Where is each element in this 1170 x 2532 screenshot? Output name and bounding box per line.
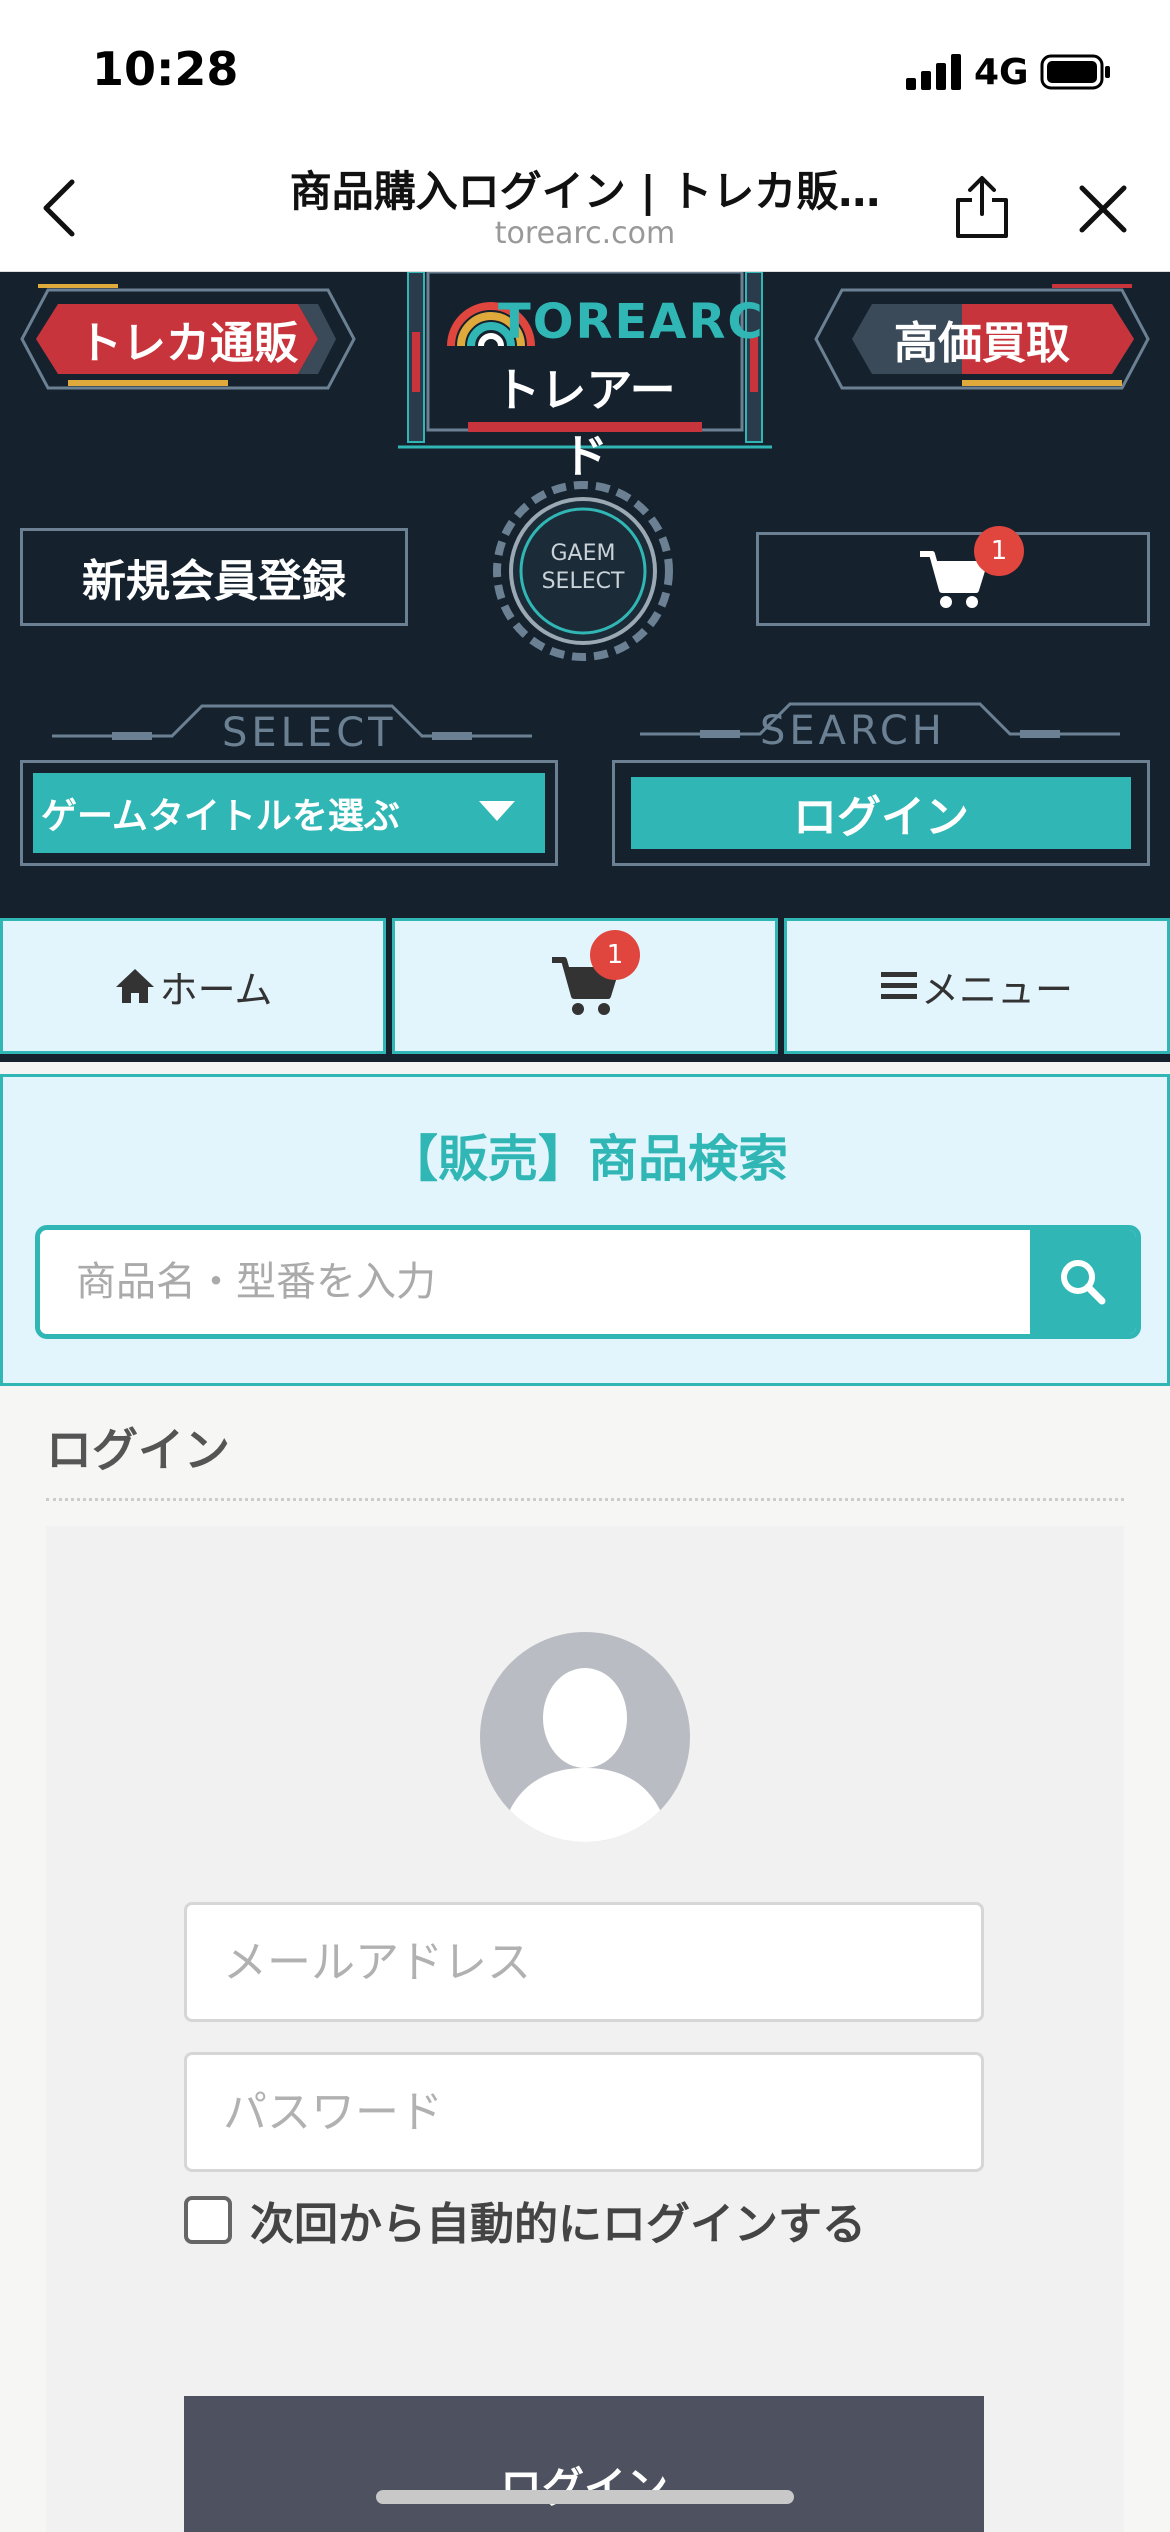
badge-right-label: 高価買取 [894, 318, 1070, 369]
password-field[interactable] [184, 2052, 984, 2172]
close-icon[interactable] [1078, 184, 1128, 234]
game-title-select[interactable]: ゲームタイトルを選ぶ [20, 760, 558, 866]
share-icon[interactable] [952, 174, 1012, 240]
signal-icon [906, 54, 961, 90]
avatar [480, 1632, 690, 1842]
browser-header: 商品購入ログイン | トレカ販… torearc.com [0, 140, 1170, 272]
gear-line2: SELECT [541, 569, 625, 594]
network-type: 4G [974, 52, 1029, 93]
header-login-button[interactable]: ログイン [612, 760, 1150, 866]
nav-cart-count: 1 [590, 930, 640, 980]
remember-me[interactable]: 次回から自動的にログインする [184, 2188, 866, 2252]
login-heading: ログイン [46, 1423, 230, 1477]
game-title-select-inner: ゲームタイトルを選ぶ [33, 773, 545, 853]
search-input[interactable] [40, 1230, 1032, 1334]
product-search-panel: 【販売】商品検索 [0, 1074, 1170, 1386]
back-chevron-icon[interactable] [40, 178, 80, 238]
search-box [35, 1225, 1141, 1339]
search-icon [1061, 1260, 1106, 1305]
mail-order-badge[interactable]: トレカ通販 [18, 284, 358, 394]
login-card: 次回から自動的にログインする ログイン [46, 1526, 1124, 2532]
status-bar: 10:28 4G [0, 0, 1170, 140]
status-time: 10:28 [92, 42, 239, 96]
register-button[interactable]: 新規会員登録 [20, 528, 408, 626]
select-deco-label: SELECT [222, 710, 397, 756]
site-logo[interactable]: TOREARC トレアード [398, 272, 772, 483]
user-icon [500, 1668, 670, 1842]
hero-banner: トレカ通販 高価買取 TOREARC トレアード 新規会員登録 GAEM SEL… [0, 272, 1170, 912]
battery-icon [1040, 54, 1110, 90]
register-label: 新規会員登録 [82, 556, 346, 607]
login-section: ログイン 次回から自動的にログインする ログイン [0, 1386, 1170, 2532]
menu-icon [880, 972, 917, 999]
home-icon [115, 969, 154, 1003]
home-indicator [376, 2490, 794, 2504]
remember-label: 次回から自動的にログインする [250, 2199, 866, 2250]
login-divider [46, 1498, 1124, 1501]
page-title: 商品購入ログイン | トレカ販… [289, 167, 881, 216]
nav-menu[interactable]: メニュー [784, 918, 1170, 1054]
nav-bar: ホーム 1 メニュー [0, 912, 1170, 1062]
buyback-badge[interactable]: 高価買取 [812, 284, 1152, 394]
page-url: torearc.com [494, 216, 676, 251]
nav-home-label: ホーム [159, 967, 273, 1012]
brand-name: TOREARC [498, 294, 765, 350]
nav-home[interactable]: ホーム [0, 918, 386, 1054]
search-title: 【販売】商品検索 [388, 1130, 788, 1188]
search-deco-label: SEARCH [760, 708, 946, 754]
search-button[interactable] [1030, 1230, 1136, 1334]
nav-cart[interactable] [392, 918, 778, 1054]
chevron-down-icon [479, 801, 515, 821]
header-login-label: ログイン [631, 777, 1131, 849]
gear-text: GAEM SELECT [490, 540, 676, 596]
remember-checkbox[interactable] [184, 2196, 232, 2244]
game-title-select-label: ゲームタイトルを選ぶ [41, 796, 400, 837]
email-field[interactable] [184, 1902, 984, 2022]
badge-left-label: トレカ通販 [78, 318, 298, 369]
login-submit-button[interactable]: ログイン [184, 2396, 984, 2532]
gear-line1: GAEM [550, 541, 616, 566]
brand-text: TOREARC [498, 294, 765, 350]
game-select-gear[interactable]: GAEM SELECT [490, 478, 676, 664]
hero-cart-button[interactable] [756, 532, 1150, 626]
nav-menu-label: メニュー [920, 967, 1073, 1012]
brand-jp: トレアード [494, 363, 676, 483]
hero-cart-count: 1 [974, 526, 1024, 576]
